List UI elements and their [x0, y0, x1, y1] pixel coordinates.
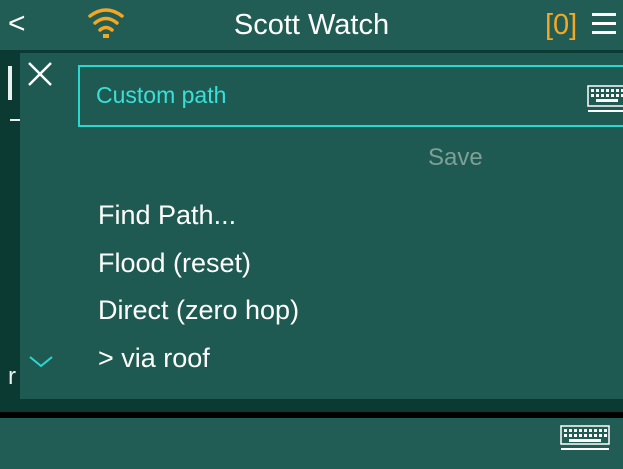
close-icon[interactable] [25, 59, 55, 89]
keyboard-icon[interactable] [560, 424, 610, 454]
path-option-direct[interactable]: Direct (zero hop) [98, 293, 299, 327]
path-option-via-roof[interactable]: > via roof [98, 341, 210, 375]
save-button[interactable]: Save [428, 143, 483, 173]
background-text-fragment [8, 66, 12, 100]
custom-path-value: Custom path [96, 82, 227, 108]
hamburger-menu-icon[interactable] [592, 13, 616, 37]
notification-counter[interactable]: [0] [545, 8, 577, 42]
path-option-flood-reset[interactable]: Flood (reset) [98, 246, 251, 280]
path-option-find-path[interactable]: Find Path... [98, 198, 236, 232]
bottom-bar [0, 418, 623, 469]
header-bar: < Scott Watch [0] [0, 0, 623, 50]
path-selection-popup: Custom path Save Find Path... Flood (res… [20, 53, 623, 399]
checkmark-icon [29, 356, 53, 368]
keyboard-icon[interactable] [587, 84, 623, 116]
custom-path-input[interactable]: Custom path [78, 65, 623, 127]
page-title: Scott Watch [233, 9, 390, 41]
background-text-fragment: r [8, 363, 16, 390]
